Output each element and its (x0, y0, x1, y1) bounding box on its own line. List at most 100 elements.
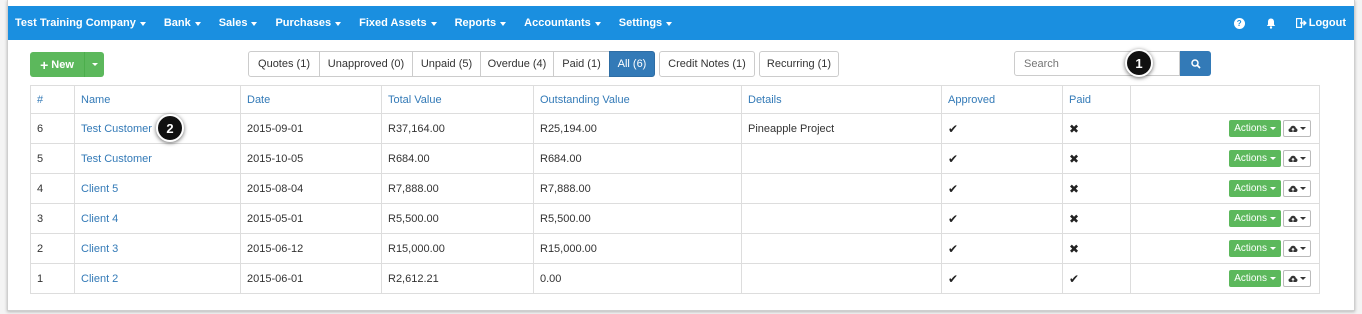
customer-link[interactable]: Client 3 (81, 243, 118, 255)
caret-down-icon (500, 21, 507, 26)
nav-company-label: Test Training Company (15, 17, 136, 29)
options-dropdown-button[interactable] (1283, 150, 1311, 167)
filter-unpaid[interactable]: Unpaid (5) (412, 51, 481, 77)
paid-status-icon: ✖ (1069, 121, 1080, 136)
actions-label: Actions (1234, 213, 1267, 224)
actions-button[interactable]: Actions (1229, 120, 1281, 137)
actions-button[interactable]: Actions (1229, 270, 1281, 287)
caret-down-icon (139, 21, 146, 26)
cell-approved: ✔ (941, 263, 1063, 294)
nav-sales[interactable]: Sales (219, 6, 269, 40)
col-header-outstanding-value[interactable]: Outstanding Value (533, 85, 742, 114)
search-button[interactable] (1180, 51, 1211, 76)
cell-paid: ✔ (1062, 263, 1131, 294)
filter-recurring[interactable]: Recurring (1) (759, 51, 839, 77)
new-dropdown-toggle[interactable] (85, 52, 104, 77)
nav-settings-label: Settings (618, 17, 663, 29)
filter-quotes[interactable]: Quotes (1) (248, 51, 320, 77)
logout-button[interactable]: Logout (1295, 17, 1346, 29)
options-dropdown-button[interactable] (1283, 270, 1311, 287)
approved-status-icon: ✔ (948, 181, 959, 196)
notifications-button[interactable] (1266, 6, 1276, 40)
cell-details (741, 233, 942, 264)
paid-status-icon: ✖ (1069, 181, 1080, 196)
col-header-details[interactable]: Details (741, 85, 942, 114)
caret-down-icon (1270, 187, 1276, 190)
caret-down-icon (1300, 247, 1306, 250)
nav-accountants[interactable]: Accountants (524, 6, 612, 40)
actions-button[interactable]: Actions (1229, 180, 1281, 197)
approved-status-icon: ✔ (948, 121, 959, 136)
customer-link[interactable]: Client 2 (81, 273, 118, 285)
cell-actions: Actions (1130, 113, 1320, 144)
customer-link[interactable]: Client 5 (81, 183, 118, 195)
options-dropdown-button[interactable] (1283, 240, 1311, 257)
col-header-approved[interactable]: Approved (941, 85, 1063, 114)
cell-details (741, 143, 942, 174)
table-row: 4 Client 5 2015-08-04 R7,888.00 R7,888.00 ✔ ✖ A… (30, 173, 1320, 204)
col-header-paid[interactable]: Paid (1062, 85, 1131, 114)
customer-link[interactable]: Client 4 (81, 213, 118, 225)
table-row: 5 Test Customer 2015-10-05 R684.00 R684.00 ✔ ✖… (30, 143, 1320, 174)
nav-bank[interactable]: Bank (164, 6, 212, 40)
filter-overdue[interactable]: Overdue (4) (480, 51, 554, 77)
cell-outstanding-value: 0.00 (533, 263, 742, 294)
approved-status-icon: ✔ (948, 271, 959, 286)
search-icon (1190, 58, 1201, 69)
paid-status-icon: ✔ (1069, 271, 1080, 286)
actions-button[interactable]: Actions (1229, 150, 1281, 167)
cloud-upload-icon (1288, 155, 1298, 162)
actions-button[interactable]: Actions (1229, 240, 1281, 257)
filter-credit-notes[interactable]: Credit Notes (1) (659, 51, 755, 77)
cell-paid: ✖ (1062, 143, 1131, 174)
logout-icon (1295, 18, 1307, 28)
nav-fixed-assets[interactable]: Fixed Assets (359, 6, 447, 40)
logout-label: Logout (1308, 17, 1346, 29)
cell-details: Pineapple Project (741, 113, 942, 144)
cell-outstanding-value: R15,000.00 (533, 233, 742, 264)
filter-tabs: Quotes (1) Unapproved (0) Unpaid (5) Ove… (248, 51, 839, 77)
cell-paid: ✖ (1062, 233, 1131, 264)
options-dropdown-button[interactable] (1283, 210, 1311, 227)
nav-purchases-label: Purchases (275, 17, 332, 29)
options-dropdown-button[interactable] (1283, 180, 1311, 197)
cell-outstanding-value: R25,194.00 (533, 113, 742, 144)
col-header-number[interactable]: # (30, 85, 75, 114)
new-button[interactable]: + New (30, 52, 85, 77)
cell-date: 2015-08-04 (240, 173, 382, 204)
actions-button[interactable]: Actions (1229, 210, 1281, 227)
search-input[interactable] (1014, 51, 1180, 76)
nav-company[interactable]: Test Training Company (15, 6, 157, 40)
nav-purchases[interactable]: Purchases (275, 6, 352, 40)
approved-status-icon: ✔ (948, 241, 959, 256)
caret-down-icon (1270, 217, 1276, 220)
nav-accountants-label: Accountants (524, 17, 591, 29)
cell-approved: ✔ (941, 203, 1063, 234)
filter-paid[interactable]: Paid (1) (553, 51, 610, 77)
filter-all[interactable]: All (6) (609, 51, 655, 77)
cell-details (741, 263, 942, 294)
cell-details (741, 203, 942, 234)
col-header-date[interactable]: Date (240, 85, 382, 114)
col-header-name[interactable]: Name (74, 85, 241, 114)
nav-settings[interactable]: Settings (619, 6, 683, 40)
cell-number: 6 (30, 113, 75, 144)
options-dropdown-button[interactable] (1283, 120, 1311, 137)
nav-reports[interactable]: Reports (455, 6, 518, 40)
cell-number: 3 (30, 203, 75, 234)
col-header-total-value[interactable]: Total Value (381, 85, 534, 114)
filter-unapproved[interactable]: Unapproved (0) (319, 51, 413, 77)
customer-link[interactable]: Test Customer (81, 123, 152, 135)
caret-down-icon (251, 21, 258, 26)
table-row: 6 Test Customer 2015-09-01 R37,164.00 R25,19… (30, 113, 1320, 144)
customer-link[interactable]: Test Customer (81, 153, 152, 165)
plus-icon: + (40, 56, 49, 73)
new-button-group: + New (30, 52, 104, 77)
caret-down-icon (1300, 157, 1306, 160)
cell-number: 5 (30, 143, 75, 174)
cell-name: Test Customer (74, 143, 241, 174)
nav-right-group: ? Logout (1233, 6, 1346, 40)
cell-paid: ✖ (1062, 173, 1131, 204)
help-button[interactable]: ? (1233, 6, 1266, 40)
bell-icon (1266, 18, 1275, 29)
